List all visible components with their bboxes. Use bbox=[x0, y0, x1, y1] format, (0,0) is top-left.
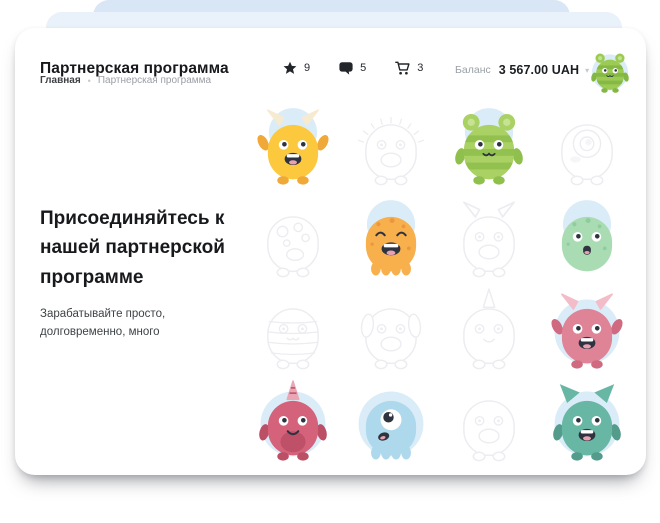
cart-icon bbox=[395, 61, 410, 75]
unicorn-monster-outline bbox=[440, 287, 538, 379]
balance-dropdown[interactable]: Баланс 3 567.00 UAH ▾ bbox=[455, 63, 589, 77]
messages-stat[interactable]: 5 bbox=[339, 61, 366, 75]
breadcrumb: Главная • Партнерская программа bbox=[40, 75, 211, 86]
eared-monster-outline bbox=[342, 287, 440, 379]
multi-eye-monster-outline bbox=[244, 195, 342, 287]
hero-text-block: Присоединяйтесь к нашей партнерской прог… bbox=[40, 204, 254, 342]
breadcrumb-current: Партнерская программа bbox=[98, 75, 211, 86]
cyclops-monster-outline bbox=[538, 103, 636, 195]
hedgehog-monster-outline bbox=[342, 103, 440, 195]
user-avatar[interactable] bbox=[586, 48, 634, 98]
hero-heading: Присоединяйтесь к нашей партнерской прог… bbox=[40, 204, 254, 292]
orange-octopus-monster bbox=[342, 195, 440, 287]
blue-octopus-monster bbox=[342, 379, 440, 471]
yellow-horned-monster bbox=[244, 103, 342, 195]
plain-monster-outline bbox=[440, 379, 538, 471]
teal-furry-monster bbox=[538, 379, 636, 471]
balance-value: 3 567.00 UAH bbox=[499, 63, 579, 77]
horned-monster-outline bbox=[440, 195, 538, 287]
green-bear-monster bbox=[440, 103, 538, 195]
green-ghost-monster bbox=[538, 195, 636, 287]
breadcrumb-home-link[interactable]: Главная bbox=[40, 75, 81, 86]
main-panel: Партнерская программа Главная • Партнерс… bbox=[15, 28, 646, 475]
raspberry-unicorn-monster bbox=[244, 379, 342, 471]
breadcrumb-separator: • bbox=[88, 76, 91, 86]
cart-count: 3 bbox=[417, 62, 423, 74]
monster-grid bbox=[244, 103, 636, 471]
page: Партнерская программа Главная • Партнерс… bbox=[0, 0, 660, 523]
pink-horned-monster bbox=[538, 287, 636, 379]
balance-label: Баланс bbox=[455, 64, 491, 76]
mummy-monster-outline bbox=[244, 287, 342, 379]
hero-subheading: Зарабатывайте просто, долговременно, мно… bbox=[40, 306, 192, 342]
favorites-stat[interactable]: 9 bbox=[283, 61, 310, 75]
user-avatar-monster bbox=[586, 48, 634, 98]
cart-stat[interactable]: 3 bbox=[395, 61, 423, 75]
favorites-count: 9 bbox=[304, 62, 310, 74]
star-icon bbox=[283, 61, 297, 75]
chat-icon bbox=[339, 61, 353, 75]
header-stats: 9 5 3 bbox=[283, 61, 423, 75]
messages-count: 5 bbox=[360, 62, 366, 74]
